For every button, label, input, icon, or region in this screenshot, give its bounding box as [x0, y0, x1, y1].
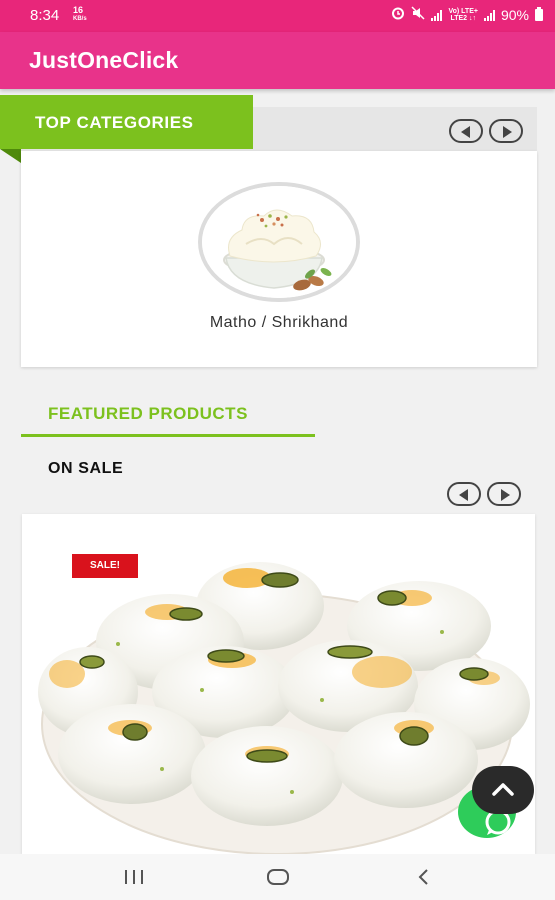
status-bar: 8:34 16 KB/s Vo) LTE+ LTE2 ↓↑ 90%: [0, 0, 555, 32]
scroll-top-button[interactable]: [472, 766, 534, 814]
back-icon: [418, 869, 428, 885]
top-categories-title: TOP CATEGORIES: [35, 113, 194, 132]
system-nav-bar: [0, 854, 555, 900]
signal-icon-2: [483, 9, 495, 21]
lte-indicator: Vo) LTE+ LTE2 ↓↑: [448, 8, 478, 22]
battery-percent: 90%: [500, 6, 529, 23]
sale-badge: SALE!: [72, 554, 138, 578]
categories-prev-button[interactable]: [449, 119, 483, 143]
status-icons: Vo) LTE+ LTE2 ↓↑ 90%: [391, 6, 543, 23]
recent-apps-button[interactable]: [94, 854, 174, 900]
alarm-icon: [391, 6, 405, 23]
tab-fold: [0, 149, 21, 163]
category-label: Matho / Shrikhand: [209, 314, 349, 331]
products-next-button[interactable]: [487, 482, 521, 506]
featured-products-title: FEATURED PRODUCTS: [48, 404, 248, 423]
signal-icon-1: [431, 9, 443, 21]
app-bar: JustOneClick: [0, 32, 555, 89]
lte-top: Vo) LTE+: [448, 7, 478, 15]
app-title: JustOneClick: [29, 47, 179, 73]
recents-icon: [125, 870, 143, 884]
status-time: 8:34: [30, 7, 60, 24]
home-button[interactable]: [238, 854, 318, 900]
battery-icon: [535, 6, 543, 21]
products-prev-button[interactable]: [447, 482, 481, 506]
shrikhand-bowl-image: [198, 182, 360, 302]
home-icon: [267, 869, 289, 885]
network-speed-unit: KB/s: [73, 16, 87, 22]
mute-icon: [411, 6, 425, 23]
network-speed: 16 KB/s: [73, 6, 87, 24]
back-button[interactable]: [384, 854, 464, 900]
chevron-up-icon: [492, 783, 514, 796]
featured-underline: [21, 434, 315, 437]
on-sale-title: ON SALE: [48, 460, 124, 477]
lte-bottom: LTE2 ↓↑: [450, 14, 476, 22]
category-card[interactable]: Matho / Shrikhand: [21, 151, 537, 367]
network-speed-value: 16: [73, 5, 84, 15]
categories-next-button[interactable]: [489, 119, 523, 143]
